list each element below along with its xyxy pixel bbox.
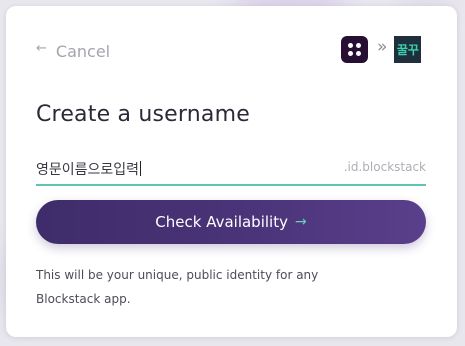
brand-logos: » 꿀꾸 [341,36,422,63]
username-input[interactable]: 영문이름으로입력 [36,159,141,179]
username-card: ← Cancel » 꿀꾸 Create a username 영문이름으로입력… [6,6,457,337]
blockstack-logo-icon [341,36,368,63]
check-availability-label: Check Availability [155,213,288,231]
arrow-left-icon: ← [36,41,47,56]
check-availability-button[interactable]: Check Availability → [36,200,426,244]
arrow-right-icon: → [294,214,307,230]
cancel-button[interactable]: ← Cancel [36,41,111,61]
cancel-label: Cancel [55,42,111,61]
help-text: This will be your unique, public identit… [36,268,319,306]
chevron-double-right-icon: » [377,37,388,57]
username-field[interactable]: 영문이름으로입력 .id.blockstack [36,156,426,186]
username-suffix: .id.blockstack [343,160,426,174]
app-logo-icon: 꿀꾸 [394,36,422,63]
page-title: Create a username [36,102,250,127]
